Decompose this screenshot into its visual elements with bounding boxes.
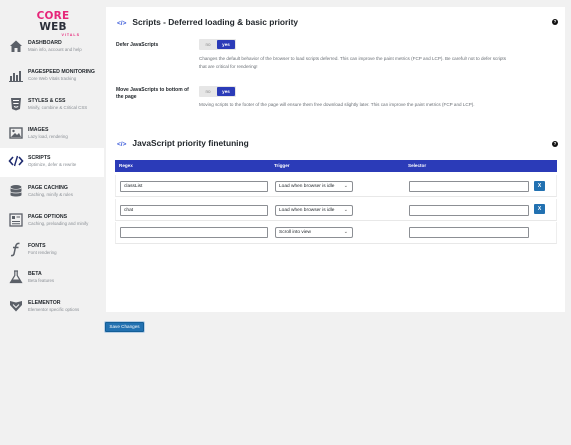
help-icon[interactable]: ? (552, 19, 558, 25)
home-icon (10, 40, 22, 52)
defer-js-label: Defer JavaScripts (116, 42, 159, 48)
sidebar-item-title: IMAGES (28, 127, 49, 133)
sidebar-item-subtitle: Core Web Vitals tracking (28, 76, 77, 81)
sidebar-item-images[interactable]: IMAGES Lazy load, rendering (0, 120, 104, 148)
column-header-selector: Selector (408, 163, 427, 168)
sidebar-item-subtitle: Beta features (28, 278, 55, 283)
section-title-finetuning: </> JavaScript priority finetuning (117, 138, 249, 148)
sidebar-item-page-caching[interactable]: PAGE CACHING Caching, minify & rules (0, 178, 104, 206)
table-row: classList Load when browser is idle ⌄ X (115, 175, 557, 197)
sidebar-item-pagespeed[interactable]: PAGESPEED MONITORING Core Web Vitals tra… (0, 62, 104, 90)
sidebar-item-dashboard[interactable]: DASHBOARD Main info, account and help (0, 33, 104, 61)
sidebar-item-title: PAGE CACHING (28, 185, 68, 191)
sidebar-item-subtitle: Caching, minify & rules (28, 192, 73, 197)
flask-icon (9, 270, 23, 284)
trigger-select[interactable]: Load when browser is idle ⌄ (275, 181, 353, 192)
toggle-no[interactable]: no (199, 39, 217, 50)
font-icon (10, 242, 20, 257)
sidebar-item-subtitle: Elementor specific options (28, 307, 80, 312)
sidebar-item-subtitle: Font rendering (28, 250, 57, 255)
selector-input[interactable] (409, 205, 529, 216)
sidebar-item-fonts[interactable]: FONTS Font rendering (0, 236, 104, 264)
elementor-icon (10, 301, 22, 312)
column-header-regex: Regex (119, 163, 133, 168)
sidebar: CORE WEB VITALS DASHBOARD Main info, acc… (0, 0, 104, 312)
table-row: chat Load when browser is idle ⌄ X (115, 199, 557, 221)
table-header: Regex Trigger Selector (115, 160, 557, 172)
sidebar-item-subtitle: Caching, preloading and minify (28, 221, 89, 226)
sidebar-item-title: FONTS (28, 243, 46, 249)
sidebar-item-subtitle: Lazy load, rendering (28, 134, 68, 139)
sidebar-item-title: ELEMENTOR (28, 300, 61, 306)
regex-input[interactable] (120, 227, 268, 238)
trigger-select[interactable]: Load when browser is idle ⌄ (275, 205, 353, 216)
remove-row-button[interactable]: X (534, 204, 545, 214)
move-js-toggle[interactable]: no yes (199, 86, 236, 97)
bar-chart-icon (9, 71, 23, 82)
selector-input[interactable] (409, 227, 529, 238)
database-icon (10, 185, 22, 197)
sidebar-item-title: STYLES & CSS (28, 98, 66, 104)
chevron-down-icon: ⌄ (343, 207, 348, 213)
toggle-yes[interactable]: yes (217, 87, 235, 96)
sidebar-item-scripts[interactable]: SCRIPTS Optimize, defer & rewrite (0, 148, 104, 177)
toggle-yes[interactable]: yes (217, 40, 235, 49)
settings-panel: </> Scripts - Deferred loading & basic pr… (106, 7, 565, 312)
table-row: Scroll into view ⌄ (115, 222, 557, 244)
sidebar-item-beta[interactable]: BETA Beta features (0, 264, 104, 292)
defer-js-description: Changes the default behavior of the brow… (199, 56, 506, 69)
toggle-no[interactable]: no (199, 86, 217, 97)
save-changes-button[interactable]: Save Changes (105, 322, 144, 332)
section-title-scripts: </> Scripts - Deferred loading & basic pr… (117, 17, 299, 27)
sidebar-item-title: SCRIPTS (28, 155, 51, 161)
regex-input[interactable]: classList (120, 181, 268, 192)
sidebar-item-subtitle: Minify, combine & Critical CSS (28, 105, 88, 110)
sidebar-item-subtitle: Optimize, defer & rewrite (28, 162, 77, 167)
page-options-icon (9, 213, 23, 227)
defer-js-toggle[interactable]: no yes (199, 39, 236, 50)
sidebar-item-title: DASHBOARD (28, 40, 62, 46)
move-js-description: Moving scripts to the footer of the page… (199, 102, 475, 107)
remove-row-button[interactable]: X (534, 181, 545, 191)
sidebar-item-title: PAGESPEED MONITORING (28, 69, 95, 75)
help-icon[interactable]: ? (552, 141, 558, 147)
css3-icon (11, 98, 21, 111)
code-icon: </> (117, 141, 127, 148)
regex-input[interactable]: chat (120, 205, 268, 216)
trigger-select[interactable]: Scroll into view ⌄ (275, 227, 353, 238)
column-header-trigger: Trigger (274, 163, 290, 168)
selector-input[interactable] (409, 181, 529, 192)
sidebar-item-title: PAGE OPTIONS (28, 214, 68, 220)
sidebar-item-elementor[interactable]: ELEMENTOR Elementor specific options (0, 293, 104, 317)
sidebar-item-page-options[interactable]: PAGE OPTIONS Caching, preloading and min… (0, 207, 104, 235)
sidebar-item-styles[interactable]: STYLES & CSS Minify, combine & Critical … (0, 91, 104, 119)
move-js-label: Move JavaScripts to bottom of the page (116, 87, 189, 100)
chevron-down-icon: ⌄ (343, 183, 348, 189)
code-icon (8, 155, 24, 167)
sidebar-item-title: BETA (28, 271, 42, 277)
code-icon: </> (117, 20, 127, 27)
chevron-down-icon: ⌄ (343, 229, 348, 235)
sidebar-item-subtitle: Main info, account and help (28, 47, 82, 52)
image-icon (9, 127, 23, 139)
